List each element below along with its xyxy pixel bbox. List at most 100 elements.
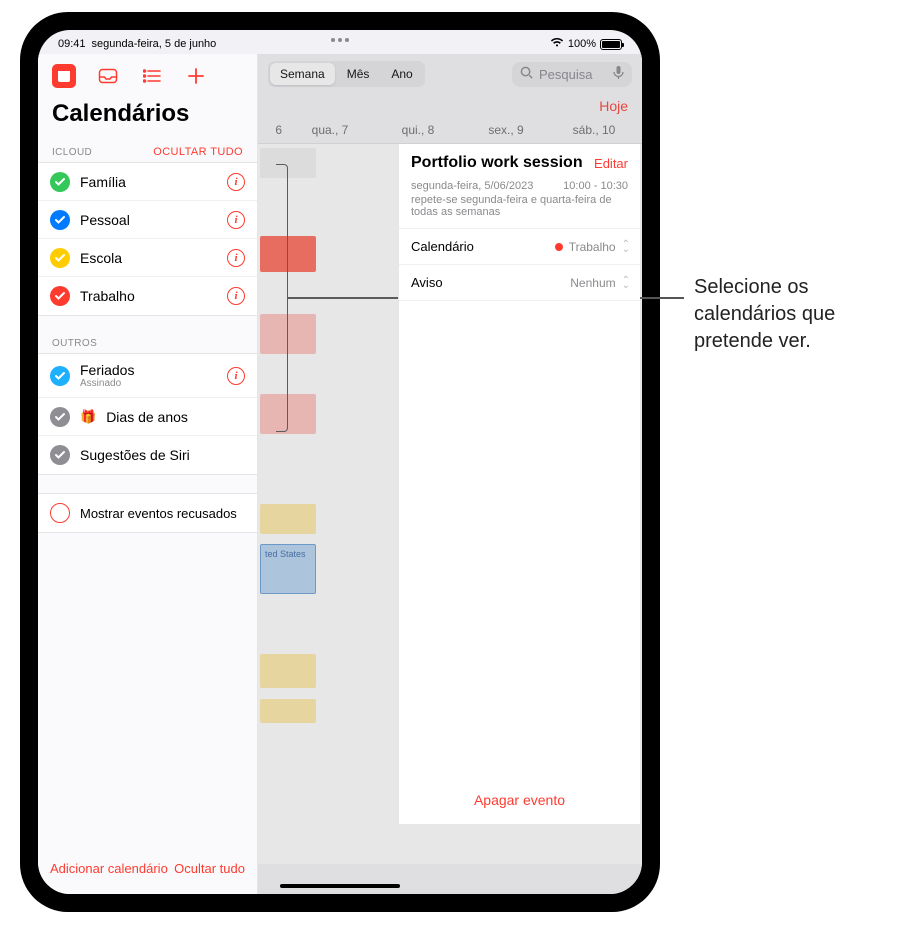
status-bar: 09:41 segunda-feira, 5 de junho 100% <box>38 30 642 54</box>
event-recurrence: repete-se segunda-feira e quarta-feira d… <box>411 194 628 218</box>
sidebar-toolbar <box>38 54 257 90</box>
segment-month[interactable]: Mês <box>337 63 380 85</box>
calendar-row-familia[interactable]: Família i <box>38 163 257 201</box>
callout-bracket <box>276 164 288 432</box>
calendar-label: Trabalho <box>80 288 217 304</box>
checkmark-icon[interactable] <box>50 366 70 386</box>
checkmark-icon[interactable] <box>50 172 70 192</box>
info-icon[interactable]: i <box>227 367 245 385</box>
event-block[interactable] <box>260 504 316 534</box>
day-header[interactable]: sáb., 10 <box>550 123 638 137</box>
calendar-label: Feriados <box>80 362 217 378</box>
search-placeholder: Pesquisa <box>539 67 592 82</box>
icloud-section-header: ICLOUD OCULTAR TUDO <box>38 142 257 162</box>
battery-pct: 100% <box>568 38 596 50</box>
info-icon[interactable]: i <box>227 249 245 267</box>
calendar-row-pessoal[interactable]: Pessoal i <box>38 201 257 239</box>
checkbox-empty-icon[interactable] <box>50 503 70 523</box>
callout-text: Selecione os calendários que pretende ve… <box>694 274 904 355</box>
view-segmented-control[interactable]: Semana Mês Ano <box>268 61 425 87</box>
checkmark-icon[interactable] <box>50 248 70 268</box>
main-area: Semana Mês Ano Pesquisa Hoje 6 qua., 7 <box>258 54 642 894</box>
event-snippet-label: ted States <box>261 545 315 563</box>
calendar-field-label: Calendário <box>411 239 474 254</box>
calendar-row-escola[interactable]: Escola i <box>38 239 257 277</box>
calendar-row-sugestoes-siri[interactable]: Sugestões de Siri <box>38 436 257 474</box>
status-time: 09:41 <box>58 38 86 50</box>
calendar-row-trabalho[interactable]: Trabalho i <box>38 277 257 315</box>
event-meta: segunda-feira, 5/06/2023 10:00 - 10:30 r… <box>399 176 640 229</box>
hide-all-icloud-button[interactable]: OCULTAR TUDO <box>153 146 243 158</box>
home-indicator[interactable] <box>280 884 400 888</box>
delete-event-button[interactable]: Apagar evento <box>399 776 640 824</box>
event-detail-panel: Portfolio work session Editar segunda-fe… <box>398 144 640 824</box>
outros-calendar-list: Feriados Assinado i 🎁 Dias de anos Suges… <box>38 353 257 475</box>
info-icon[interactable]: i <box>227 211 245 229</box>
icloud-section-label: ICLOUD <box>52 147 92 158</box>
aviso-field-label: Aviso <box>411 275 443 290</box>
day-header[interactable]: qua., 7 <box>286 123 374 137</box>
list-icon[interactable] <box>140 64 164 88</box>
day-header[interactable]: 6 <box>262 123 286 137</box>
event-title: Portfolio work session <box>411 154 594 172</box>
calendar-label: Sugestões de Siri <box>80 447 245 463</box>
status-date: segunda-feira, 5 de junho <box>92 38 217 50</box>
show-declined-label: Mostrar eventos recusados <box>80 506 245 521</box>
add-calendar-button[interactable]: Adicionar calendário <box>50 861 168 876</box>
birthday-icon: 🎁 <box>80 409 96 425</box>
calendar-color-dot <box>555 243 563 251</box>
day-header[interactable]: qui., 8 <box>374 123 462 137</box>
outros-section-header: OUTROS <box>38 334 257 353</box>
checkmark-icon[interactable] <box>50 210 70 230</box>
calendar-row-dias-de-anos[interactable]: 🎁 Dias de anos <box>38 398 257 436</box>
checkmark-icon[interactable] <box>50 286 70 306</box>
event-time: 10:00 - 10:30 <box>563 180 628 192</box>
checkmark-icon[interactable] <box>50 445 70 465</box>
calendar-label: Pessoal <box>80 212 217 228</box>
search-input[interactable]: Pesquisa <box>512 62 632 87</box>
outros-section-label: OUTROS <box>52 338 97 349</box>
ipad-screen: 09:41 segunda-feira, 5 de junho 100% <box>38 30 642 894</box>
chevron-updown-icon: ⌃⌄ <box>622 278 628 288</box>
event-block[interactable] <box>260 236 316 272</box>
calendar-label: Família <box>80 174 217 190</box>
calendar-label: Escola <box>80 250 217 266</box>
calendar-row-feriados[interactable]: Feriados Assinado i <box>38 354 257 398</box>
declined-events-list: Mostrar eventos recusados <box>38 493 257 533</box>
calendar-field-row[interactable]: Calendário Trabalho ⌃⌄ <box>399 229 640 265</box>
checkmark-icon[interactable] <box>50 407 70 427</box>
day-header[interactable]: sex., 9 <box>462 123 550 137</box>
calendar-value: Trabalho <box>569 240 616 254</box>
inbox-icon[interactable] <box>96 64 120 88</box>
mic-icon[interactable] <box>613 66 624 83</box>
calendar-icon[interactable] <box>52 64 76 88</box>
today-button[interactable]: Hoje <box>599 98 628 114</box>
calendar-label: Dias de anos <box>106 409 245 425</box>
info-icon[interactable]: i <box>227 287 245 305</box>
wifi-icon <box>550 37 564 51</box>
event-block[interactable] <box>260 148 316 178</box>
ipad-device-frame: 09:41 segunda-feira, 5 de junho 100% <box>20 12 660 912</box>
event-block[interactable] <box>260 394 316 434</box>
icloud-calendar-list: Família i Pessoal i Escola i <box>38 162 257 316</box>
day-header-strip: 6 qua., 7 qui., 8 sex., 9 sáb., 10 <box>258 120 642 144</box>
segment-year[interactable]: Ano <box>381 63 422 85</box>
calendar-grid[interactable]: ted States Portfolio work session Editar <box>258 144 642 864</box>
event-block[interactable]: ted States <box>260 544 316 594</box>
multitask-dots[interactable] <box>331 38 349 42</box>
add-icon[interactable] <box>184 64 208 88</box>
event-date: segunda-feira, 5/06/2023 <box>411 180 533 192</box>
show-declined-row[interactable]: Mostrar eventos recusados <box>38 494 257 532</box>
main-toolbar: Semana Mês Ano Pesquisa <box>258 54 642 94</box>
aviso-field-row[interactable]: Aviso Nenhum ⌃⌄ <box>399 265 640 301</box>
edit-button[interactable]: Editar <box>594 156 628 171</box>
battery-icon <box>600 39 622 50</box>
event-block[interactable] <box>260 314 316 354</box>
hide-all-button[interactable]: Ocultar tudo <box>174 861 245 876</box>
event-block[interactable] <box>260 699 316 723</box>
chevron-updown-icon: ⌃⌄ <box>622 242 628 252</box>
segment-week[interactable]: Semana <box>270 63 335 85</box>
aviso-value: Nenhum <box>570 276 615 290</box>
event-block[interactable] <box>260 654 316 688</box>
info-icon[interactable]: i <box>227 173 245 191</box>
